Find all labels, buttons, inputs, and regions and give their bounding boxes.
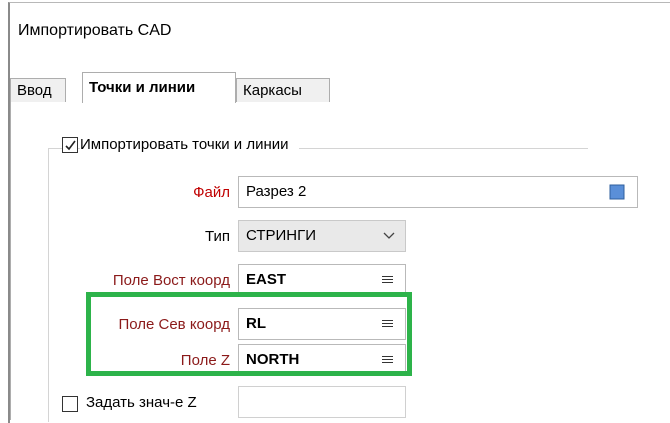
- file-field[interactable]: Разрез 2: [238, 176, 638, 208]
- tab-strip: Ввод Точки и линии Каркасы: [10, 72, 662, 103]
- east-coord-value: EAST: [246, 271, 287, 288]
- list-icon[interactable]: [382, 356, 393, 365]
- north-coord-field[interactable]: RL: [238, 308, 406, 340]
- dialog-title: Импортировать CAD: [18, 22, 172, 39]
- z-value-input[interactable]: [238, 386, 406, 418]
- group-border-left: [48, 148, 49, 422]
- checkmark-icon: [65, 140, 76, 151]
- north-coord-label: Поле Сев коорд: [118, 316, 230, 333]
- type-value: СТРИНГИ: [246, 227, 317, 244]
- set-z-value-checkbox[interactable]: [62, 396, 78, 412]
- z-field-value: NORTH: [246, 351, 300, 368]
- z-field-label: Поле Z: [180, 352, 230, 369]
- z-field[interactable]: NORTH: [238, 344, 406, 376]
- file-label: Файл: [193, 184, 230, 201]
- type-select[interactable]: СТРИНГИ: [238, 220, 406, 252]
- file-browse-icon[interactable]: [609, 184, 625, 200]
- type-label: Тип: [204, 228, 230, 245]
- east-coord-field[interactable]: EAST: [238, 264, 406, 296]
- north-coord-value: RL: [246, 315, 266, 332]
- file-value: Разрез 2: [246, 183, 307, 200]
- import-points-lines-checkbox[interactable]: [62, 137, 78, 153]
- tab-points-and-lines[interactable]: Точки и линии: [82, 72, 236, 103]
- chevron-down-icon: [383, 232, 395, 239]
- import-points-lines-label: Импортировать точки и линии: [80, 136, 299, 153]
- list-icon[interactable]: [382, 320, 393, 329]
- tab-input[interactable]: Ввод: [10, 78, 66, 102]
- east-coord-label: Поле Вост коорд: [112, 272, 230, 289]
- tab-wireframes[interactable]: Каркасы: [236, 78, 330, 102]
- set-z-value-label: Задать знач-е Z: [86, 394, 197, 411]
- list-icon[interactable]: [382, 276, 393, 285]
